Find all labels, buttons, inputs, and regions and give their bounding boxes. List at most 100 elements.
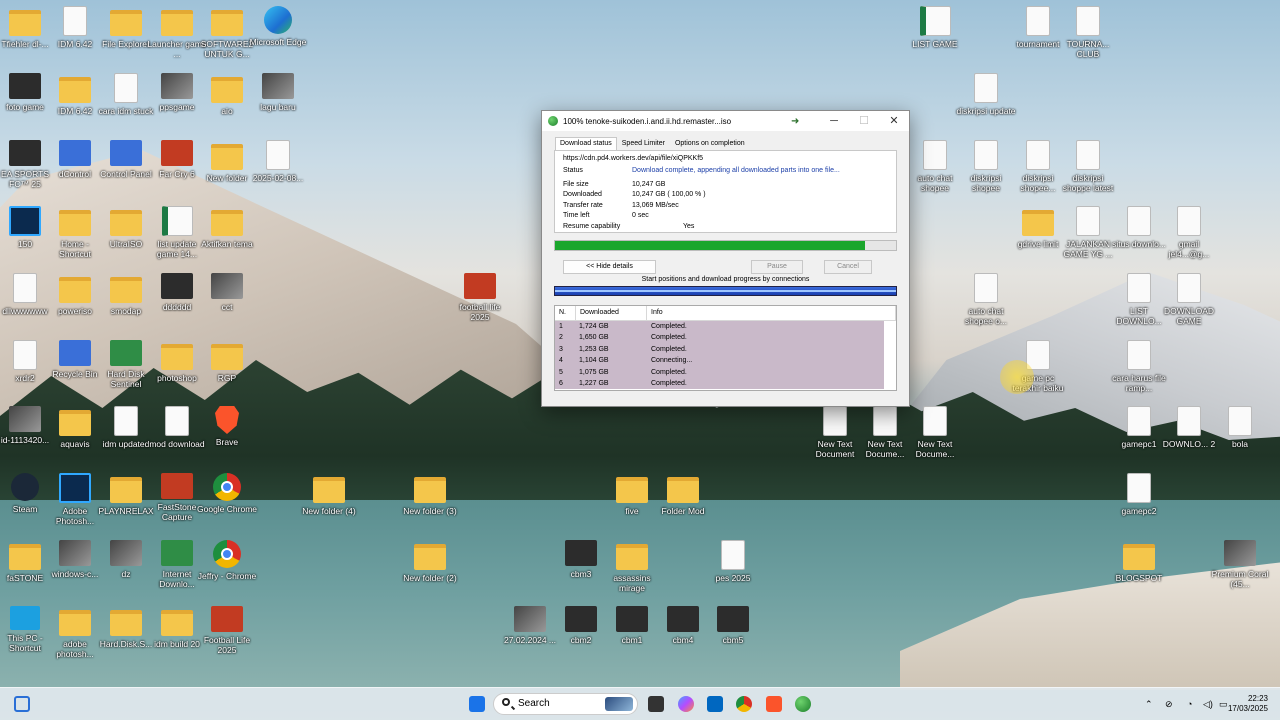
desktop-icon[interactable]: New Text Docume...: [905, 406, 965, 459]
desktop-icon[interactable]: Google Chrome: [197, 473, 257, 514]
desktop-icon[interactable]: 2025-02-08...: [248, 140, 308, 183]
close-button[interactable]: ✕: [879, 111, 909, 131]
table-row[interactable]: 6 1,227 GB Completed.: [555, 377, 884, 390]
pause-button[interactable]: Pause: [751, 260, 803, 274]
desktop-icon-label: diskripsi shopee: [970, 173, 1002, 193]
desktop-icon[interactable]: New folder (2): [400, 540, 460, 583]
table-row[interactable]: 2 1,650 GB Completed.: [555, 332, 884, 344]
battery-icon[interactable]: ▭: [1219, 699, 1228, 710]
tab-download-status[interactable]: Download status: [555, 137, 617, 150]
desktop-icon[interactable]: cara harus file ramp...: [1109, 340, 1169, 393]
desktop-icon[interactable]: Brave: [197, 406, 257, 447]
folder-icon: [414, 477, 446, 503]
desktop-icon[interactable]: gmail jel4...@g...: [1159, 206, 1219, 259]
desktop-icon-label: cbm5: [722, 635, 744, 645]
desktop-icon[interactable]: RGP: [197, 340, 257, 383]
desktop-icon[interactable]: Folder Mod: [653, 473, 713, 516]
idm-taskbar-icon[interactable]: [795, 696, 811, 712]
window-titlebar[interactable]: 100% tenoke-suikoden.i.and.ii.hd.remaste…: [542, 111, 909, 131]
desktop-icon[interactable]: bola: [1210, 406, 1270, 449]
desktop-icon[interactable]: lagu baru: [248, 73, 308, 112]
cell-downloaded: 1,724 GB: [579, 323, 609, 330]
doc-icon: [1177, 406, 1201, 436]
doc-icon: [923, 406, 947, 436]
desktop-icon[interactable]: Jeffry - Chrome: [197, 540, 257, 581]
desktop-icon-label: bola: [1231, 439, 1249, 449]
desktop-icon[interactable]: Football Life 2025: [197, 606, 257, 655]
desktop-icon[interactable]: diskripsi shoppe latest: [1058, 140, 1118, 193]
store-icon[interactable]: [707, 696, 723, 712]
connections-table[interactable]: N. Downloaded Info 1 1,724 GB Completed. 2 1…: [554, 305, 897, 391]
green-icon: [161, 540, 193, 566]
brave-taskbar-icon[interactable]: [766, 696, 782, 712]
copilot-icon[interactable]: [678, 696, 694, 712]
chevron-up-icon[interactable]: ⌃: [1145, 699, 1153, 710]
file-size-value: 10,247 GB: [632, 180, 666, 188]
desktop-icon[interactable]: New folder (3): [400, 473, 460, 516]
folder-icon: [9, 544, 41, 570]
minimize-button[interactable]: ─: [819, 111, 849, 131]
table-row[interactable]: 1 1,724 GB Completed.: [555, 321, 884, 333]
task-view-icon[interactable]: [648, 696, 664, 712]
volume-icon[interactable]: ◁): [1203, 699, 1213, 710]
resume-row: Resume capability Yes: [563, 222, 888, 233]
app-icon: [59, 340, 91, 366]
desktop-icon[interactable]: pes 2025: [703, 540, 763, 583]
header-info[interactable]: Info: [647, 306, 896, 320]
desktop-icon[interactable]: BLOGSPOT: [1109, 540, 1169, 583]
windows-start-icon[interactable]: [469, 696, 485, 712]
table-row[interactable]: 5 1,075 GB Completed.: [555, 366, 884, 378]
desktop-icon[interactable]: football life 2025: [450, 273, 510, 322]
cell-downloaded: 1,227 GB: [579, 379, 609, 387]
maximize-button[interactable]: ☐: [849, 111, 879, 131]
network-icon[interactable]: ⊘: [1165, 699, 1173, 710]
desktop-icon-label: football life 2025: [459, 302, 501, 322]
doc-icon: [1177, 206, 1201, 236]
table-row[interactable]: 4 1,104 GB Connecting...: [555, 355, 884, 367]
desktop-icon[interactable]: gamepc2: [1109, 473, 1169, 516]
desktop-icon[interactable]: LIST GAME: [905, 6, 965, 49]
cell-n: 3: [559, 345, 563, 353]
doc-icon: [1177, 273, 1201, 303]
downloaded-label: Downloaded: [563, 191, 602, 198]
steam-icon: [11, 473, 39, 501]
header-downloaded[interactable]: Downloaded: [576, 306, 647, 320]
thumb-icon: [59, 540, 91, 566]
tab-options-on-completion[interactable]: Options on completion: [670, 137, 750, 150]
desktop-icon[interactable]: TOURNA... CLUB: [1058, 6, 1118, 59]
desktop-icon[interactable]: Microsoft Edge: [248, 6, 308, 47]
folder-icon: [667, 477, 699, 503]
desktop-icon[interactable]: cbm5: [703, 606, 763, 645]
desktop-icon[interactable]: Aktifkan tema: [197, 206, 257, 249]
system-clock[interactable]: 22:23 17/03/2025: [1228, 694, 1268, 714]
desktop-icon[interactable]: Premium Coral (45...: [1210, 540, 1270, 589]
tab-speed-limiter[interactable]: Speed Limiter: [617, 137, 670, 150]
header-n[interactable]: N.: [555, 306, 576, 320]
desktop-icon[interactable]: diskripsi shopee: [956, 140, 1016, 193]
desktop-icon[interactable]: auto chat shopee o...: [956, 273, 1016, 326]
thumb-icon: [161, 73, 193, 99]
desktop-icon[interactable]: diskripsi update: [956, 73, 1016, 116]
chrome-taskbar-icon[interactable]: [736, 696, 752, 712]
idm-download-window[interactable]: 100% tenoke-suikoden.i.and.ii.hd.remaste…: [541, 110, 910, 407]
thumb-icon: [211, 273, 243, 299]
file-size-label: File size: [563, 180, 589, 188]
desktop-icon[interactable]: cct: [197, 273, 257, 312]
ps-icon: [9, 206, 41, 236]
downloaded-row: Downloaded 10,247 GB ( 100,00 % ): [563, 190, 888, 201]
cell-info: Completed.: [651, 368, 687, 376]
desktop-icon-label: assassins mirage: [613, 573, 651, 593]
cell-info: Completed.: [651, 323, 687, 330]
desktop-icon[interactable]: assassins mirage: [602, 540, 662, 593]
desktop-icon[interactable]: DOWNLOAD GAME: [1159, 273, 1219, 326]
table-row[interactable]: 3 1,253 GB Completed.: [555, 343, 884, 356]
hide-details-button[interactable]: << Hide details: [563, 260, 656, 274]
desktop-icon[interactable]: New folder (4): [299, 473, 359, 516]
green-icon: [110, 340, 142, 366]
wifi-icon[interactable]: ◔: [1187, 699, 1192, 709]
cell-n: 4: [559, 357, 563, 365]
doc-icon: [974, 73, 998, 103]
widgets-icon[interactable]: [14, 696, 30, 712]
cancel-button[interactable]: Cancel: [824, 260, 872, 274]
taskbar-search[interactable]: Search: [493, 693, 638, 715]
